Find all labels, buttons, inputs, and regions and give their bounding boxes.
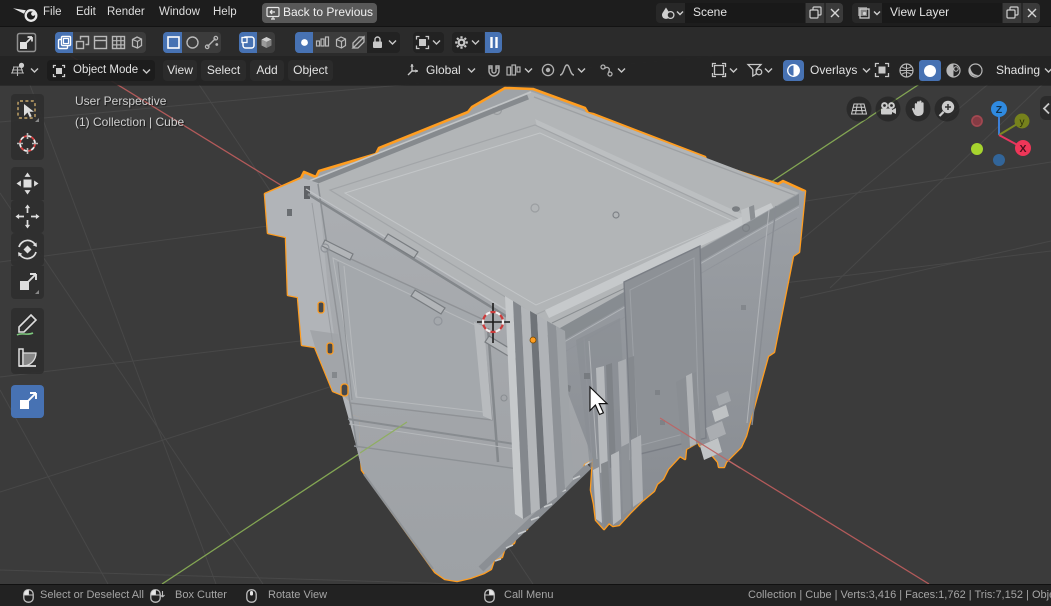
svg-text:y: y xyxy=(1020,117,1025,128)
svg-text:X: X xyxy=(1019,143,1026,155)
svg-text:Z: Z xyxy=(996,104,1003,116)
